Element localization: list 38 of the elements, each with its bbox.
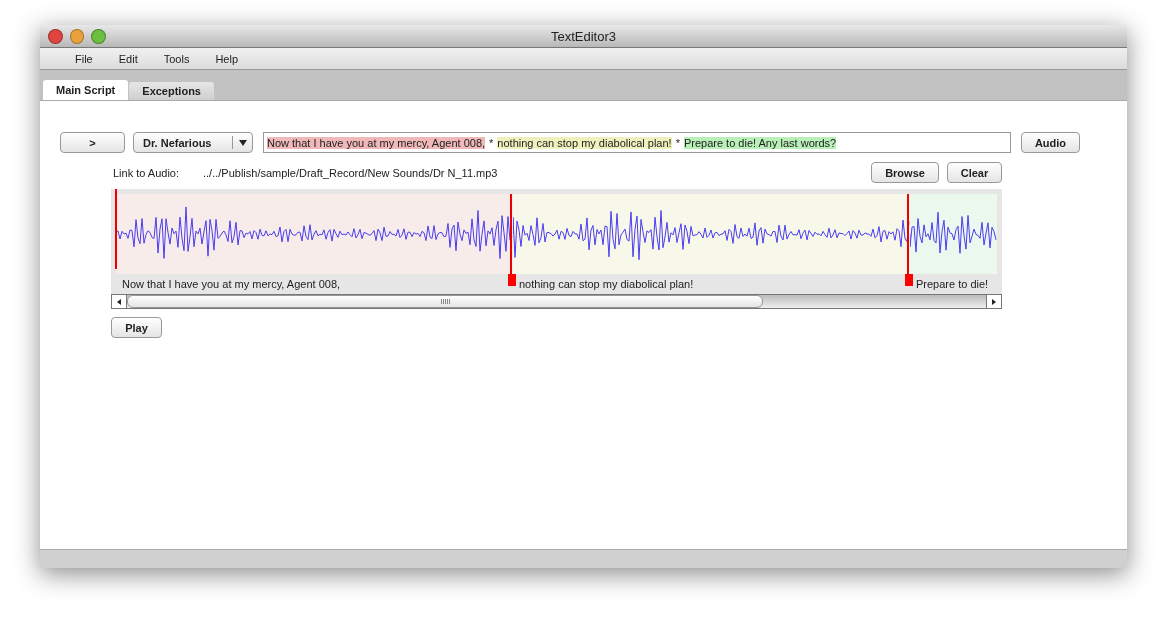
scroll-thumb[interactable] [127,295,763,308]
zoom-icon[interactable] [91,28,106,44]
grip-icon [440,299,450,304]
tab[interactable]: Exceptions [129,82,214,100]
segment-label: nothing can stop my diabolical plan! [518,277,695,292]
clear-button[interactable]: Clear [947,162,1002,183]
segment-separator: * [675,136,680,149]
scrollbar[interactable] [111,294,1002,309]
right-arrow-icon[interactable] [992,298,996,305]
marker-line[interactable] [115,189,117,269]
marker-handle[interactable] [508,274,516,286]
script-field[interactable]: Now that I have you at my mercy, Agent 008, * nothing can stop my diabolical plan! * Prepare to die! Any last words? [263,132,1011,153]
audio-path: ../../Publish/sample/Draft_Record/New Sounds/Dr N_11.mp3 [203,166,499,179]
menu-item[interactable]: File [62,52,106,65]
menu-item[interactable]: Help [202,52,251,65]
close-icon[interactable] [48,28,63,44]
link-label: Link to Audio: [113,166,181,179]
play-button[interactable]: Play [111,317,162,338]
segment-separator: * [489,136,494,149]
tab[interactable]: Main Script [43,80,129,100]
audio-button[interactable]: Audio [1021,132,1080,153]
browse-button[interactable]: Browse [871,162,939,183]
left-arrow-icon[interactable] [117,298,121,305]
script-segment: Now that I have you at my mercy, Agent 008, [267,136,486,149]
menu-item[interactable]: Edit [105,52,151,65]
window-title: TextEditor3 [549,28,617,44]
menu-item[interactable]: Tools [150,52,203,65]
script-segment: nothing can stop my diabolical plan! [497,136,672,149]
minimize-icon[interactable] [69,28,85,44]
character-dropdown[interactable]: Dr. Nefarious [133,132,253,153]
marker-handle[interactable] [905,274,913,286]
caret-icon [238,139,247,146]
segment-label: Now that I have you at my mercy, Agent 008, [121,277,342,292]
marker-line[interactable] [510,194,512,274]
next-button[interactable]: > [60,132,125,153]
segment-label: Prepare to die! [915,277,990,292]
marker-line[interactable] [907,194,909,274]
script-segment: Prepare to die! Any last words? [683,136,837,149]
